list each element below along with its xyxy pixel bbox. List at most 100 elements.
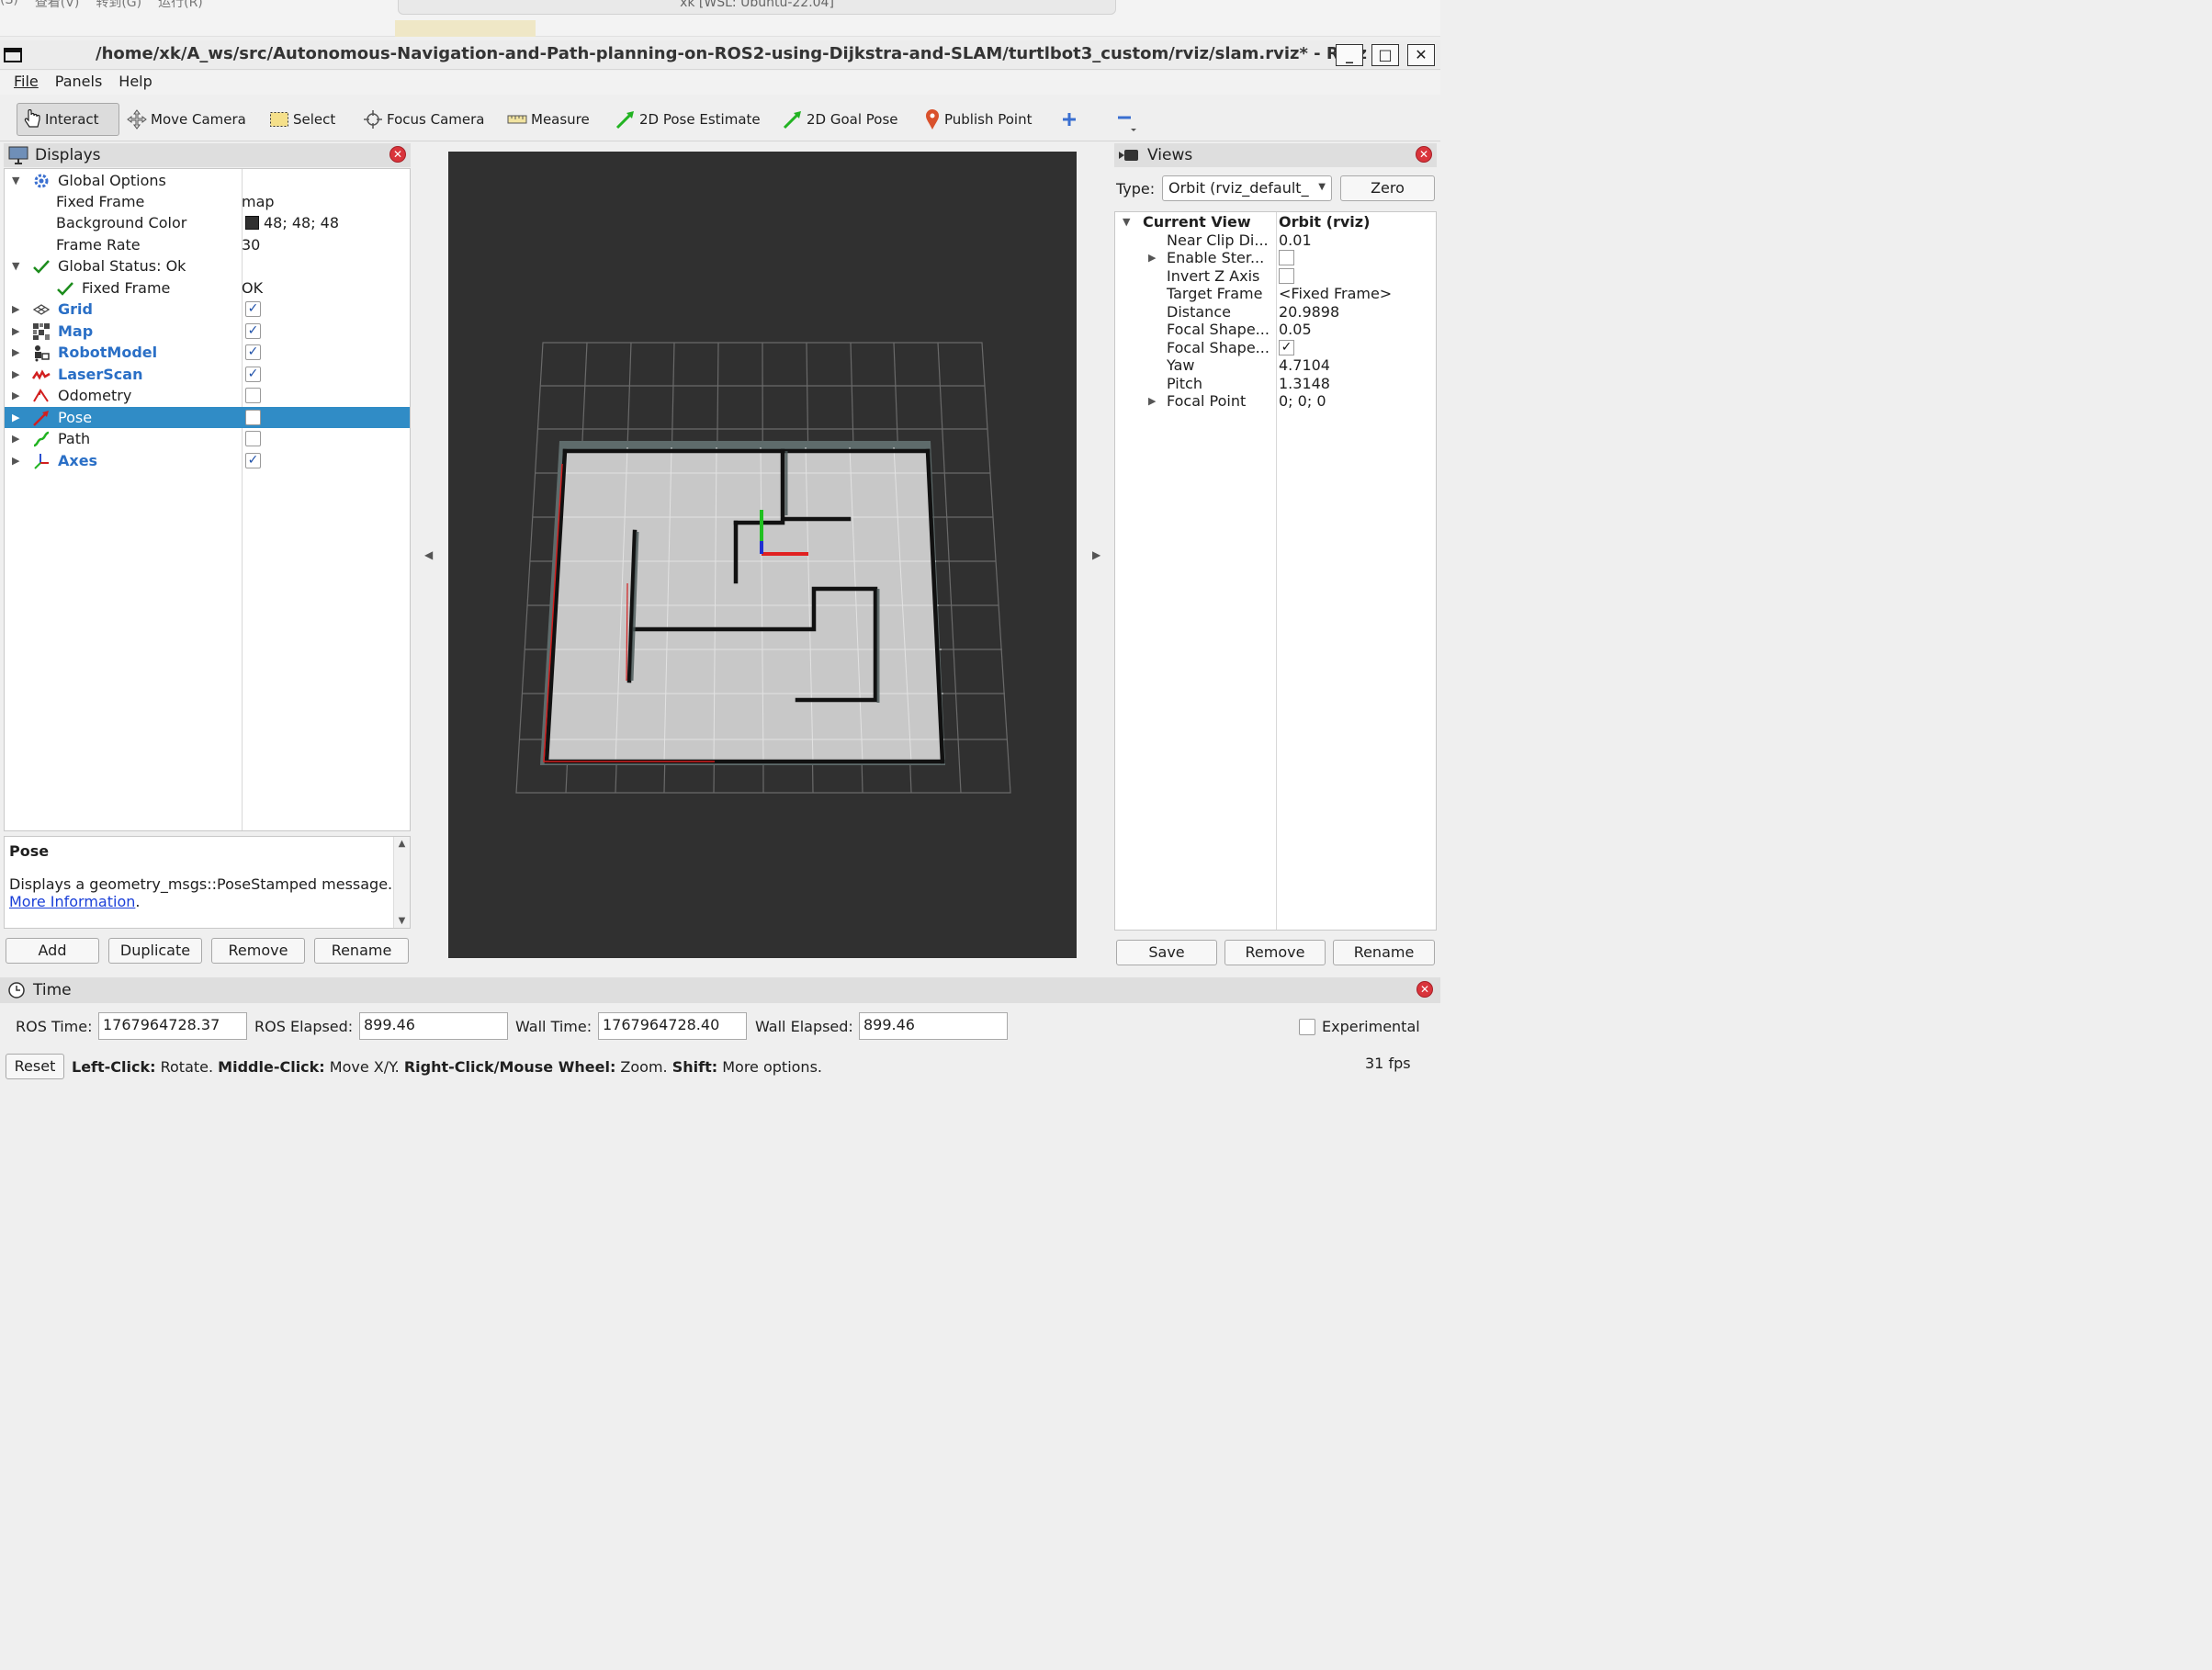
expand-arrow-icon[interactable]: ▼: [1123, 216, 1130, 228]
display-checkbox[interactable]: ✓: [245, 453, 261, 468]
duplicate-display-button[interactable]: Duplicate: [108, 938, 202, 964]
add-tool-button[interactable]: [1055, 103, 1084, 136]
expand-arrow-icon[interactable]: ▼: [12, 260, 19, 272]
view-prop-row[interactable]: Focal Shape... 0.05: [1115, 321, 1436, 339]
view-prop-row[interactable]: ▶ Focal Point 0; 0; 0: [1115, 392, 1436, 411]
expand-arrow-icon[interactable]: ▶: [12, 368, 19, 380]
frame-rate-row[interactable]: Frame Rate 30: [5, 234, 410, 255]
menu-panels[interactable]: Panels: [47, 71, 111, 95]
remove-tool-button[interactable]: [1110, 103, 1143, 136]
maximize-button[interactable]: □: [1371, 44, 1399, 66]
view-prop-row[interactable]: ▶ Enable Ster...: [1115, 249, 1436, 267]
display-checkbox[interactable]: ✓: [245, 323, 261, 339]
move-camera-tool-button[interactable]: Move Camera: [121, 103, 252, 136]
more-information-link[interactable]: More Information: [9, 893, 135, 910]
global-options-row[interactable]: ▼ Global Options: [5, 170, 410, 191]
interact-tool-button[interactable]: Interact: [17, 103, 119, 136]
view-prop-row[interactable]: Invert Z Axis: [1115, 267, 1436, 286]
expand-arrow-icon[interactable]: ▶: [12, 303, 19, 315]
scroll-up-icon[interactable]: ▲: [394, 839, 410, 849]
expand-arrow-icon[interactable]: ▶: [12, 455, 19, 467]
view-prop-row[interactable]: Yaw 4.7104: [1115, 356, 1436, 375]
display-checkbox[interactable]: [245, 388, 261, 403]
host-menu-item[interactable]: 转到(G): [96, 0, 141, 11]
expand-arrow-icon[interactable]: ▶: [12, 325, 19, 337]
frame-rate-value[interactable]: 30: [242, 236, 260, 254]
time-close-button[interactable]: ✕: [1416, 981, 1433, 998]
color-swatch[interactable]: [245, 216, 259, 230]
minimize-button[interactable]: _: [1336, 44, 1363, 66]
expand-arrow-icon[interactable]: ▶: [12, 346, 19, 358]
displays-close-button[interactable]: ✕: [389, 146, 406, 163]
wall-time-field[interactable]: 1767964728.40: [598, 1012, 747, 1040]
global-status-row[interactable]: ▼ Global Status: Ok: [5, 255, 410, 276]
view-prop-checkbox[interactable]: [1279, 250, 1294, 265]
expand-arrow-icon[interactable]: ▶: [1148, 395, 1156, 407]
view-prop-row[interactable]: Near Clip Di... 0.01: [1115, 231, 1436, 250]
display-item-laserscan[interactable]: ▶ LaserScan ✓: [5, 364, 410, 385]
focus-camera-tool-button[interactable]: Focus Camera: [357, 103, 490, 136]
host-menu-item[interactable]: ···: [220, 0, 231, 11]
status-fixed-frame-row[interactable]: Fixed Frame OK: [5, 277, 410, 299]
ros-time-field[interactable]: 1767964728.37: [98, 1012, 247, 1040]
view-prop-row[interactable]: Focal Shape... ✓: [1115, 339, 1436, 357]
view-prop-value[interactable]: <Fixed Frame>: [1279, 285, 1392, 302]
render-viewport[interactable]: [448, 152, 1077, 958]
view-prop-row[interactable]: Pitch 1.3148: [1115, 375, 1436, 393]
publish-point-tool-button[interactable]: Publish Point: [919, 103, 1037, 136]
wall-elapsed-field[interactable]: 899.46: [859, 1012, 1008, 1040]
collapse-left-icon[interactable]: ◀: [424, 548, 433, 561]
display-item-axes[interactable]: ▶ Axes ✓: [5, 450, 410, 471]
rename-display-button[interactable]: Rename: [314, 938, 409, 964]
display-checkbox[interactable]: ✓: [245, 344, 261, 360]
view-prop-value[interactable]: 4.7104: [1279, 356, 1330, 374]
experimental-checkbox[interactable]: [1299, 1019, 1315, 1035]
ros-elapsed-field[interactable]: 899.46: [359, 1012, 508, 1040]
measure-tool-button[interactable]: Measure: [502, 103, 595, 136]
host-search-box[interactable]: xk [WSL: Ubuntu-22.04]: [398, 0, 1116, 15]
fixed-frame-row[interactable]: Fixed Frame map: [5, 191, 410, 212]
display-item-map[interactable]: ▶ Map ✓: [5, 321, 410, 342]
view-prop-row[interactable]: Distance 20.9898: [1115, 303, 1436, 322]
expand-arrow-icon[interactable]: ▶: [12, 412, 19, 423]
view-type-select[interactable]: Orbit (rviz_default_ ▼: [1162, 175, 1332, 201]
view-prop-checkbox[interactable]: ✓: [1279, 340, 1294, 355]
display-checkbox[interactable]: ✓: [245, 301, 261, 317]
host-menu-item[interactable]: ￼(S): [0, 0, 18, 11]
add-display-button[interactable]: Add: [6, 938, 99, 964]
display-item-robotmodel[interactable]: ▶ RobotModel ✓: [5, 342, 410, 363]
view-prop-checkbox[interactable]: [1279, 268, 1294, 284]
goal-pose-tool-button[interactable]: 2D Goal Pose: [777, 103, 904, 136]
zero-button[interactable]: Zero: [1340, 175, 1435, 201]
expand-arrow-icon[interactable]: ▶: [1148, 252, 1156, 264]
display-item-grid[interactable]: ▶ Grid ✓: [5, 299, 410, 320]
remove-view-button[interactable]: Remove: [1224, 940, 1326, 965]
display-item-pose[interactable]: ▶ Pose: [5, 407, 410, 428]
pose-estimate-tool-button[interactable]: 2D Pose Estimate: [610, 103, 766, 136]
collapse-right-icon[interactable]: ▶: [1092, 548, 1100, 561]
help-scrollbar[interactable]: ▲ ▼: [393, 837, 410, 928]
host-active-tab[interactable]: [395, 20, 536, 37]
select-tool-button[interactable]: Select: [264, 103, 341, 136]
view-prop-value[interactable]: 0.01: [1279, 231, 1312, 249]
save-view-button[interactable]: Save: [1116, 940, 1217, 965]
expand-arrow-icon[interactable]: ▼: [12, 175, 19, 186]
background-color-value[interactable]: 48; 48; 48: [264, 214, 339, 231]
close-window-button[interactable]: ✕: [1407, 44, 1435, 66]
reset-button[interactable]: Reset: [6, 1054, 64, 1079]
display-checkbox[interactable]: [245, 431, 261, 446]
menu-help[interactable]: Help: [110, 71, 160, 95]
expand-arrow-icon[interactable]: ▶: [12, 433, 19, 445]
remove-display-button[interactable]: Remove: [211, 938, 305, 964]
display-checkbox[interactable]: [245, 410, 261, 425]
view-prop-value[interactable]: 20.9898: [1279, 303, 1339, 321]
background-color-row[interactable]: Background Color 48; 48; 48: [5, 212, 410, 233]
host-menu-item[interactable]: 运行(R): [158, 0, 203, 11]
display-item-path[interactable]: ▶ Path: [5, 428, 410, 449]
host-menu-item[interactable]: 查看(V): [35, 0, 80, 11]
expand-arrow-icon[interactable]: ▶: [12, 389, 19, 401]
scroll-down-icon[interactable]: ▼: [394, 916, 410, 926]
rename-view-button[interactable]: Rename: [1333, 940, 1435, 965]
display-checkbox[interactable]: ✓: [245, 367, 261, 382]
views-close-button[interactable]: ✕: [1416, 146, 1432, 163]
